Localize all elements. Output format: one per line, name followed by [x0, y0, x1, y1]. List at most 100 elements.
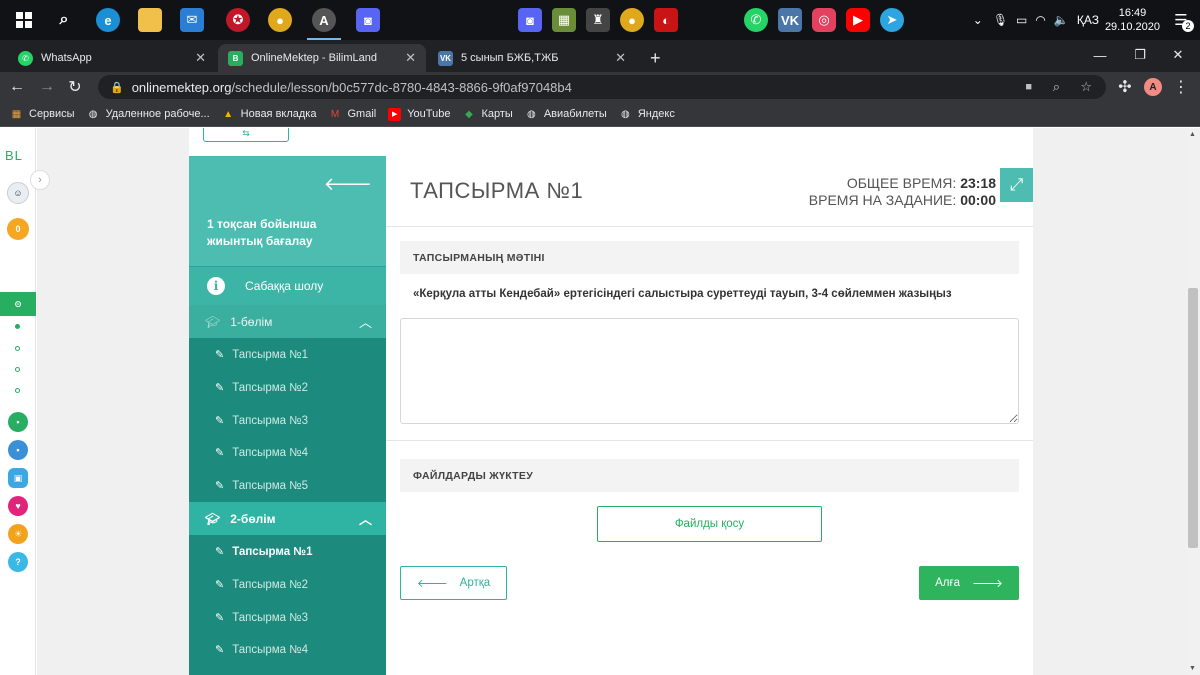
answer-textarea[interactable]: [400, 318, 1019, 424]
mail-icon[interactable]: ✉: [180, 8, 204, 32]
rail-app-icon[interactable]: •: [8, 412, 28, 432]
bookmark-flights[interactable]: ◍ Авиабилеты: [525, 108, 607, 121]
minimize-icon[interactable]: —: [1078, 40, 1122, 70]
help-icon[interactable]: ?: [8, 552, 28, 572]
task-label: Тапсырма №3: [232, 414, 308, 427]
star-icon[interactable]: ☆: [1080, 79, 1092, 95]
bookmark-youtube[interactable]: ▶ YouTube: [388, 107, 450, 121]
windows-start-icon[interactable]: [12, 8, 36, 32]
wifi-icon[interactable]: ◠: [1035, 13, 1045, 27]
chrome-icon-2[interactable]: ●: [620, 8, 644, 32]
bookmark-services[interactable]: ▦ Сервисы: [10, 108, 75, 121]
tab-onlinemektep[interactable]: B OnlineMektep - BilimLand ✕: [218, 44, 426, 72]
battery-icon[interactable]: ▭: [1016, 13, 1027, 27]
zoom-icon[interactable]: ⌕: [1053, 79, 1060, 95]
bilimland-logo[interactable]: BL: [5, 148, 23, 163]
sidebar-item-s1-task5[interactable]: ✎ Тапсырма №5: [189, 469, 386, 502]
address-bar[interactable]: 🔒 onlinemektep.org/schedule/lesson/b0c57…: [98, 75, 1106, 99]
vk-icon[interactable]: VK: [778, 8, 802, 32]
game-icon[interactable]: ♜: [586, 8, 610, 32]
discord-icon[interactable]: ◙: [356, 8, 380, 32]
close-tab-icon[interactable]: ✕: [615, 50, 626, 66]
sidebar-item-s1-task1[interactable]: ✎ Тапсырма №1: [189, 338, 386, 371]
app-red-icon[interactable]: ✪: [226, 8, 250, 32]
clock[interactable]: 16:49 29.10.2020: [1105, 6, 1160, 34]
bookmark-label: Новая вкладка: [240, 108, 317, 120]
bookmark-remote[interactable]: ◍ Удаленное рабоче...: [87, 108, 210, 121]
tab-vk[interactable]: VK 5 сынып БЖБ,ТЖБ ✕: [428, 44, 636, 72]
section-1-header[interactable]: 🎓︎ 1-бөлім ︿: [189, 305, 386, 338]
chrome-profile-icon[interactable]: A: [312, 8, 336, 32]
reload-icon[interactable]: ↻: [64, 76, 86, 98]
next-button[interactable]: Алға 🡒: [919, 566, 1019, 600]
close-tab-icon[interactable]: ✕: [405, 50, 416, 66]
page-scrollbar[interactable]: ▲ ▼: [1186, 128, 1200, 675]
back-button[interactable]: 🡐 Артқа: [400, 566, 507, 600]
rail-active-item-icon[interactable]: ⊝: [0, 292, 36, 316]
language-indicator[interactable]: ҚАЗ: [1077, 13, 1099, 27]
left-rail: BL › ☺ 0 ⊝ • • ▣ ♥ ☀ ?: [0, 128, 50, 675]
sidebar-item-overview[interactable]: i Сабаққа шолу: [189, 267, 386, 305]
file-explorer-icon[interactable]: [138, 8, 162, 32]
extensions-icon[interactable]: ✣: [1114, 76, 1136, 98]
bookmark-maps[interactable]: ◆ Карты: [462, 108, 513, 121]
arrow-left-icon[interactable]: 🡐: [324, 174, 372, 195]
bookmark-label: Сервисы: [29, 108, 75, 120]
add-file-button[interactable]: Файлды қосу: [597, 506, 822, 542]
scroll-up-icon[interactable]: ▲: [1189, 131, 1196, 138]
sidebar-item-s1-task4[interactable]: ✎ Тапсырма №4: [189, 436, 386, 469]
top-partial-button[interactable]: ⇆: [203, 128, 289, 142]
coins-badge[interactable]: 0: [7, 218, 29, 240]
new-tab-button[interactable]: +: [640, 44, 671, 72]
bookmark-newtab[interactable]: ▲ Новая вкладка: [222, 108, 317, 121]
bookmark-gmail[interactable]: M Gmail: [328, 108, 376, 121]
menu-kebab-icon[interactable]: ⋮: [1170, 76, 1192, 98]
camera-icon[interactable]: ■: [1025, 81, 1032, 93]
rail-app-icon[interactable]: ♥: [8, 496, 28, 516]
rail-dot[interactable]: [15, 388, 20, 393]
telegram-icon[interactable]: ➤: [880, 8, 904, 32]
volume-icon[interactable]: 🔈: [1054, 13, 1069, 27]
forward-arrow-icon[interactable]: →: [36, 76, 58, 98]
instagram-icon[interactable]: ◎: [812, 8, 836, 32]
task-label: Тапсырма №5: [232, 479, 308, 492]
tab-whatsapp[interactable]: ✆ WhatsApp ✕: [8, 44, 216, 72]
sidebar-item-s2-task2[interactable]: ✎ Тапсырма №2: [189, 568, 386, 601]
sidebar-item-more[interactable]: [189, 666, 386, 675]
close-tab-icon[interactable]: ✕: [195, 50, 206, 66]
search-icon[interactable]: ⌕: [52, 8, 76, 32]
scroll-down-icon[interactable]: ▼: [1189, 665, 1196, 672]
sidebar-item-s2-task4[interactable]: ✎ Тапсырма №4: [189, 633, 386, 666]
among-us-icon[interactable]: ◐: [654, 8, 678, 32]
windows-taskbar: ⌕ e ✉ ✪ ● A ◙ ◙ ▦ ♜ ● ◐ ✆ VK ◎ ▶ ➤ ⌄ 🎙 ▭…: [0, 0, 1200, 40]
sidebar-item-s2-task3[interactable]: ✎ Тапсырма №3: [189, 601, 386, 634]
chevron-up-icon[interactable]: ⌄: [973, 13, 983, 27]
sidebar-item-s2-task1-active[interactable]: ✎ Тапсырма №1: [189, 535, 386, 568]
sidebar-item-s1-task2[interactable]: ✎ Тапсырма №2: [189, 371, 386, 404]
whatsapp-icon[interactable]: ✆: [744, 8, 768, 32]
rail-dot[interactable]: [15, 367, 20, 372]
microphone-icon[interactable]: 🎙: [993, 13, 1008, 27]
rail-app-icon[interactable]: ▣: [8, 468, 28, 488]
notification-icon[interactable]: ☰ 2: [1168, 7, 1194, 33]
rail-app-icon[interactable]: ☀: [8, 524, 28, 544]
discord-icon-2[interactable]: ◙: [518, 8, 542, 32]
chrome-icon[interactable]: ●: [268, 8, 292, 32]
scrollbar-thumb[interactable]: [1188, 288, 1198, 548]
expand-rail-chevron-icon[interactable]: ›: [30, 170, 50, 190]
clock-date: 29.10.2020: [1104, 21, 1160, 33]
back-arrow-icon[interactable]: ←: [6, 76, 28, 98]
section-2-header[interactable]: 🎓︎ 2-бөлім ︿: [189, 502, 386, 535]
bookmark-yandex[interactable]: ◍ Яндекс: [619, 108, 675, 121]
user-avatar[interactable]: ☺: [7, 182, 29, 204]
rail-app-icon[interactable]: •: [8, 440, 28, 460]
close-window-icon[interactable]: ✕: [1156, 40, 1200, 70]
youtube-icon[interactable]: ▶: [846, 8, 870, 32]
sidebar-item-s1-task3[interactable]: ✎ Тапсырма №3: [189, 404, 386, 437]
edge-icon[interactable]: e: [96, 8, 120, 32]
rail-dot-active[interactable]: [15, 324, 20, 329]
rail-dot[interactable]: [15, 346, 20, 351]
profile-avatar[interactable]: A: [1144, 78, 1162, 96]
minecraft-icon[interactable]: ▦: [552, 8, 576, 32]
fullscreen-expand-icon[interactable]: ⤢: [1000, 168, 1033, 202]
